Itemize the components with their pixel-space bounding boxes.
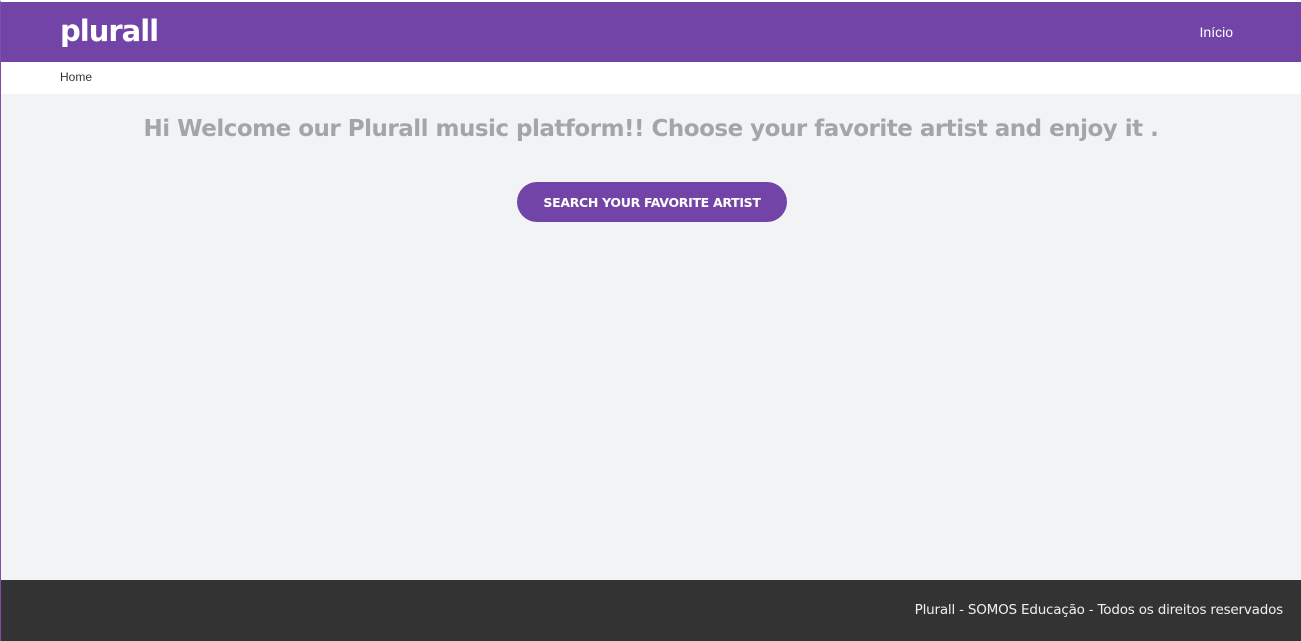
app-window: plurall Início Home Hi Welcome our Plura… xyxy=(0,0,1301,641)
search-artist-button[interactable]: SEARCH YOUR FAVORITE ARTIST xyxy=(517,182,787,222)
footer-copyright: Plurall - SOMOS Educação - Todos os dire… xyxy=(914,602,1284,618)
plurall-logo[interactable]: plurall xyxy=(60,14,159,48)
top-navbar: plurall Início xyxy=(1,2,1301,62)
nav-link-inicio[interactable]: Início xyxy=(1200,23,1233,41)
breadcrumb-bar: Home xyxy=(1,62,1301,94)
breadcrumb-home[interactable]: Home xyxy=(60,70,92,85)
welcome-message: Hi Welcome our Plurall music platform!! … xyxy=(143,116,1159,142)
page-footer: Plurall - SOMOS Educação - Todos os dire… xyxy=(1,580,1301,641)
